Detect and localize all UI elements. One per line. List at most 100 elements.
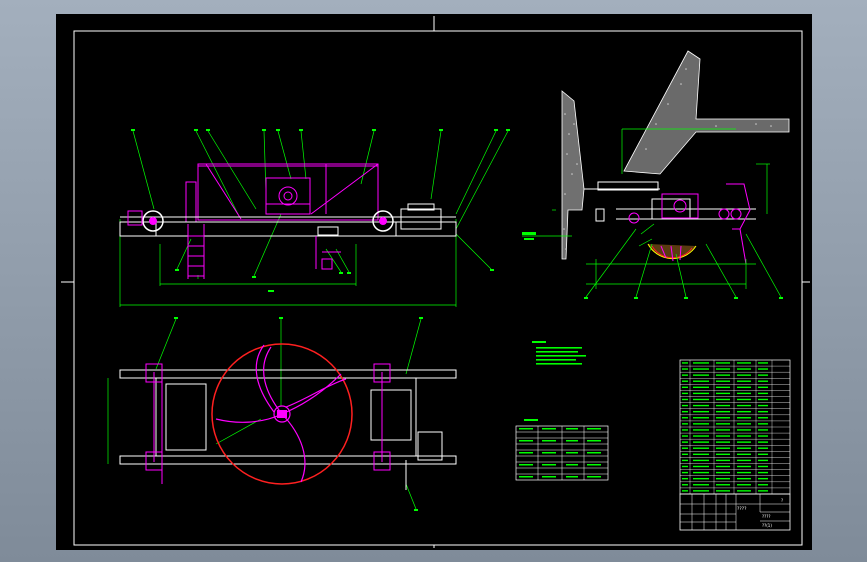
parts-list-cell xyxy=(737,410,751,413)
parts-list-cell xyxy=(716,477,730,480)
parts-list-cell xyxy=(693,471,709,474)
front-view xyxy=(119,129,510,307)
parts-list-cell xyxy=(682,471,688,474)
parts-list-cell xyxy=(737,465,751,468)
parts-list-cell xyxy=(682,490,688,492)
parts-list-cell xyxy=(758,380,768,382)
parts-list-cell xyxy=(693,380,709,382)
parts-list-cell xyxy=(758,447,768,449)
parts-list-cell xyxy=(682,477,688,480)
parts-list-cell xyxy=(758,374,768,376)
technical-notes xyxy=(532,341,586,365)
parts-list-cell xyxy=(682,453,688,456)
parts-list-cell xyxy=(758,477,768,480)
parts-list-cell xyxy=(758,453,768,456)
parts-list-cell xyxy=(682,398,688,401)
title-block-grid xyxy=(680,494,790,530)
parts-list-cell xyxy=(693,374,709,376)
parts-list-cell xyxy=(682,484,688,486)
parameter-table xyxy=(515,419,609,481)
parts-list-cell xyxy=(758,392,768,395)
parts-list-cell xyxy=(758,386,768,389)
parts-list-cell xyxy=(682,392,688,395)
notes-lines xyxy=(532,341,586,365)
parts-list-cell xyxy=(737,362,751,364)
parts-list-cell xyxy=(693,465,709,468)
parts-list-cell xyxy=(737,423,751,425)
title-block-scale-label: ? xyxy=(781,498,783,503)
parts-list-cell xyxy=(693,368,709,370)
parts-list-cell xyxy=(716,484,730,486)
parts-list-cell xyxy=(693,362,709,364)
parts-list-cell xyxy=(682,380,688,382)
parts-list-cell xyxy=(737,417,751,419)
side-view-balloons xyxy=(522,232,783,299)
parts-list-cell xyxy=(693,404,709,407)
parts-list-cell xyxy=(737,429,751,431)
parts-list-cell xyxy=(737,435,751,437)
parts-list-cell xyxy=(737,447,751,449)
parts-list-cell xyxy=(716,459,730,462)
title-block-label-b: ??(1) xyxy=(762,523,772,528)
front-view-hopper xyxy=(185,163,379,223)
concrete-wall xyxy=(561,90,585,260)
parts-list-cell xyxy=(758,471,768,474)
parts-list-cell xyxy=(682,447,688,449)
top-view-axles xyxy=(145,363,391,484)
parts-list-cell xyxy=(737,392,751,395)
parts-list-cell xyxy=(737,459,751,462)
parts-list-cell xyxy=(758,423,768,425)
parts-list-cell xyxy=(682,368,688,370)
parts-list-cell xyxy=(693,410,709,413)
parts-list-cell xyxy=(758,410,768,413)
parts-list-cell xyxy=(693,459,709,462)
parts-list-cell xyxy=(716,465,730,468)
parts-list-cell xyxy=(682,410,688,413)
disc-hub-core xyxy=(277,410,287,418)
front-view-drive xyxy=(265,177,311,215)
cad-viewport: ???? ???? ??(1) ? xyxy=(0,0,867,562)
parts-list-cell xyxy=(737,441,751,443)
parts-list-cell xyxy=(716,453,730,456)
parts-list-cell xyxy=(682,362,688,364)
parts-list-cell xyxy=(716,423,730,425)
parts-list-cell xyxy=(682,374,688,376)
parts-list-cell xyxy=(693,484,709,486)
parts-list-cell xyxy=(758,368,768,370)
front-view-steps xyxy=(315,236,341,270)
parts-list-cell xyxy=(693,398,709,401)
parts-list-cell xyxy=(737,490,751,492)
inclined-chute xyxy=(623,50,790,175)
parts-list-cell xyxy=(758,404,768,407)
top-view-rails xyxy=(119,369,457,490)
parts-list-cell xyxy=(716,368,730,370)
parts-list-cell xyxy=(693,447,709,449)
parts-list-cell xyxy=(716,471,730,474)
parts-list-cell xyxy=(758,465,768,468)
title-block-drawing-name: ???? xyxy=(762,514,771,519)
parts-list-cell xyxy=(716,398,730,401)
parts-list-cell xyxy=(758,417,768,419)
drawing-canvas: ???? ???? ??(1) ? xyxy=(61,16,810,548)
side-view-structure xyxy=(584,181,756,222)
parts-list-cell xyxy=(758,429,768,431)
parts-list-cell xyxy=(682,386,688,389)
parts-list-cell xyxy=(737,386,751,389)
parts-list-cell xyxy=(716,435,730,437)
parts-list-cell xyxy=(716,386,730,389)
parts-list-cell xyxy=(737,477,751,480)
parts-list-cell xyxy=(758,484,768,486)
parts-list-cell xyxy=(758,459,768,462)
parts-list-cell xyxy=(716,447,730,449)
parts-list-cell xyxy=(716,417,730,419)
parts-list-cell xyxy=(716,362,730,364)
parts-list-cell xyxy=(737,398,751,401)
parts-list-cell xyxy=(693,453,709,456)
parts-list-cell xyxy=(682,465,688,468)
parts-list-cell xyxy=(758,362,768,364)
top-view xyxy=(107,317,457,511)
parameter-table-cells xyxy=(519,428,601,478)
top-view-dimensions xyxy=(107,318,422,510)
parts-list-cell xyxy=(682,417,688,419)
parts-list-cell xyxy=(682,435,688,437)
